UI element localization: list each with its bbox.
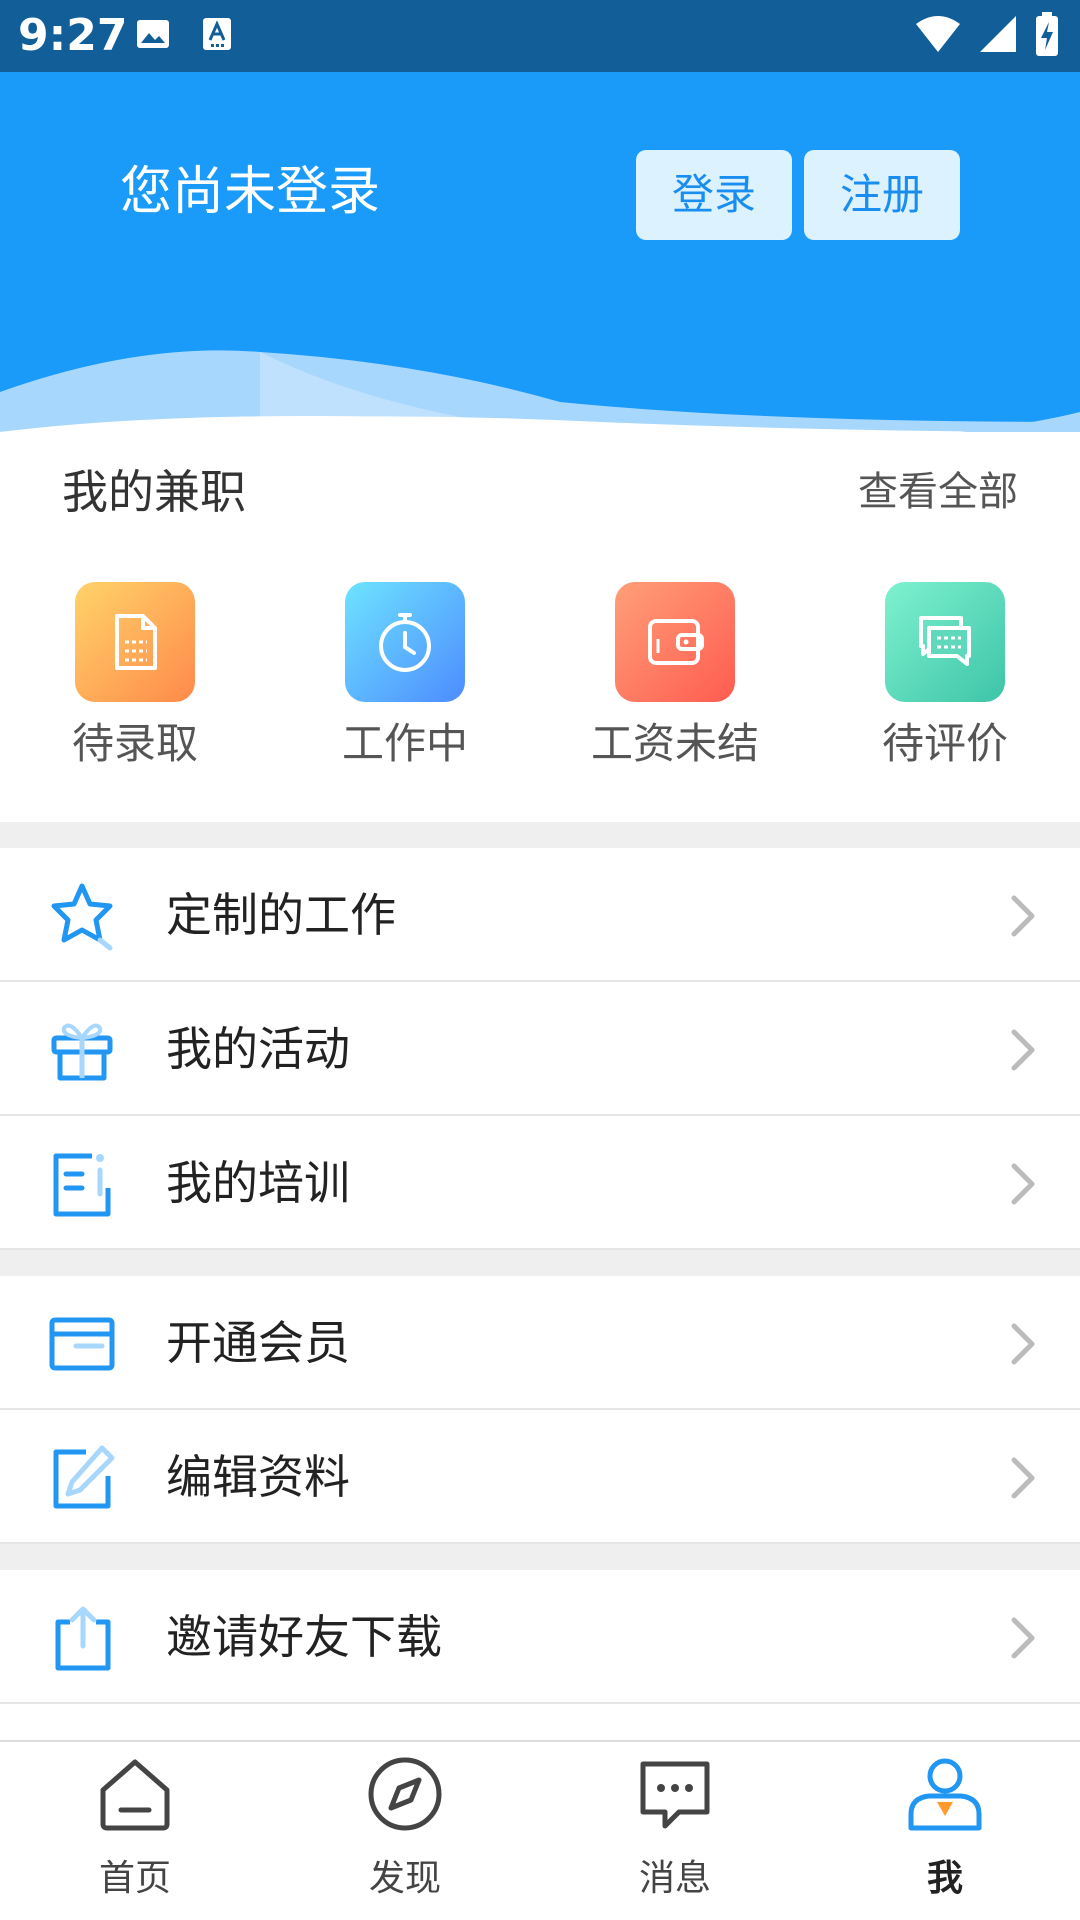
gift-icon [51, 1023, 113, 1081]
chevron-right-icon [1011, 895, 1035, 937]
wifi-icon [916, 16, 960, 52]
menu-label: 编辑资料 [166, 1450, 350, 1504]
status-working[interactable]: 工作中 [270, 560, 540, 800]
menu-item-custom-jobs[interactable]: 定制的工作 [0, 848, 1080, 982]
part-time-section-header: 我的兼职 查看全部 [0, 432, 1080, 544]
nav-label: 消息 [638, 1858, 711, 1899]
message-icon [640, 1761, 710, 1829]
status-pending-review[interactable]: 待评价 [810, 560, 1080, 800]
status-unpaid-wages[interactable]: 工资未结 [540, 560, 810, 800]
status-notification-icons [135, 16, 233, 52]
document-icon [75, 582, 195, 702]
chevron-right-icon [1011, 1457, 1035, 1499]
section-divider [0, 822, 1080, 848]
status-label: 待评价 [881, 719, 1008, 768]
compass-icon [368, 1757, 442, 1831]
status-label: 工作中 [341, 719, 468, 768]
menu-item-membership[interactable]: 开通会员 [0, 1276, 1080, 1410]
section-divider [0, 1250, 1080, 1276]
view-all-link[interactable]: 查看全部 [858, 464, 1018, 520]
share-icon [55, 1606, 111, 1671]
chevron-right-icon [1011, 1617, 1035, 1659]
status-label: 待录取 [71, 719, 198, 768]
menu-item-my-training[interactable]: 我的培训 [0, 1116, 1080, 1250]
menu-label: 我的培训 [166, 1156, 350, 1210]
menu-label: 邀请好友下载 [166, 1610, 442, 1664]
section-divider [0, 1544, 1080, 1570]
nav-label: 首页 [98, 1858, 171, 1899]
user-icon [908, 1758, 982, 1831]
edit-icon [53, 1445, 115, 1509]
nav-tab-discover[interactable]: 发现 [270, 1742, 540, 1920]
nav-tab-me[interactable]: 我 [810, 1742, 1080, 1920]
status-time: 9:27 [18, 10, 128, 61]
status-bar: 9:27 [0, 0, 1080, 72]
card-icon [49, 1317, 115, 1371]
image-notification-icon [137, 20, 169, 48]
status-pending-admission[interactable]: 待录取 [0, 560, 270, 800]
bottom-navigation: 首页 发现 消息 我 [0, 1740, 1080, 1920]
menu-item-invite-friends[interactable]: 邀请好友下载 [0, 1570, 1080, 1704]
menu-item-my-activities[interactable]: 我的活动 [0, 982, 1080, 1116]
profile-header: 您尚未登录 登录 注册 [0, 72, 1080, 432]
star-icon [51, 883, 113, 951]
keyboard-notification-icon [203, 18, 231, 50]
status-system-icons [914, 12, 1060, 56]
register-button[interactable]: 注册 [804, 150, 960, 240]
menu-label: 开通会员 [166, 1316, 350, 1370]
chevron-right-icon [1011, 1029, 1035, 1071]
part-time-status-row: 待录取 工作中 工资未结 待评价 [0, 560, 1080, 800]
menu-label: 定制的工作 [166, 888, 396, 942]
login-button[interactable]: 登录 [636, 150, 792, 240]
menu-item-edit-profile[interactable]: 编辑资料 [0, 1410, 1080, 1544]
chat-bubbles-icon [885, 582, 1005, 702]
chevron-right-icon [1011, 1323, 1035, 1365]
chevron-right-icon [1011, 1163, 1035, 1205]
wallet-icon [615, 582, 735, 702]
part-time-title: 我的兼职 [62, 465, 246, 519]
status-label: 工资未结 [590, 719, 759, 768]
nav-tab-messages[interactable]: 消息 [540, 1742, 810, 1920]
training-icon [53, 1153, 111, 1217]
nav-tab-home[interactable]: 首页 [0, 1742, 270, 1920]
not-logged-in-title: 您尚未登录 [120, 162, 381, 222]
signal-icon [980, 16, 1016, 52]
battery-icon [1036, 12, 1058, 56]
header-wave-decoration [0, 350, 1080, 432]
stopwatch-icon [345, 582, 465, 702]
nav-label: 我 [926, 1858, 963, 1899]
nav-label: 发现 [368, 1858, 441, 1899]
menu-label: 我的活动 [166, 1022, 350, 1076]
home-icon [100, 1759, 170, 1831]
